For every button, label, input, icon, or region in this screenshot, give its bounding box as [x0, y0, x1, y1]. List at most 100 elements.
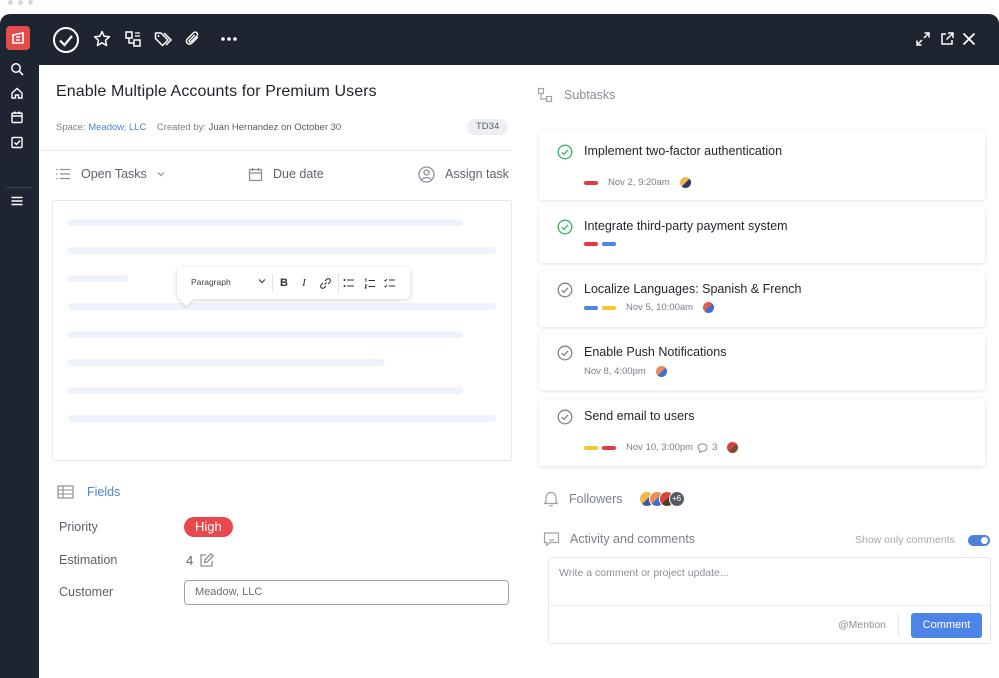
open-external-icon[interactable] — [935, 27, 959, 51]
check-circle-icon[interactable] — [557, 219, 573, 235]
link-icon[interactable] — [317, 275, 333, 291]
subtask-title: Enable Push Notifications — [584, 345, 727, 359]
subtask-card[interactable]: Enable Push Notifications Nov 8, 4:00pm — [539, 334, 985, 390]
avatar — [703, 302, 715, 313]
subtask-title: Send email to users — [584, 409, 695, 423]
subtasks-icon — [537, 87, 553, 103]
assign-task-button[interactable]: Assign task — [418, 163, 509, 185]
formatting-toolbar: Paragraph B I — [177, 267, 410, 306]
open-tasks-label: Open Tasks — [81, 167, 147, 181]
home-icon[interactable] — [10, 86, 26, 102]
priority-badge[interactable]: High — [184, 517, 233, 537]
checklist-icon[interactable] — [382, 275, 398, 291]
subtask-date: Nov 5, 10:00am — [626, 302, 694, 313]
activity-header: Activity and comments — [543, 531, 695, 547]
subtasks-panel: Subtasks Implement two-factor authentica… — [527, 65, 999, 678]
calendar-icon[interactable] — [10, 110, 26, 126]
customer-field[interactable]: Meadow, LLC — [184, 580, 509, 605]
follower-avatars[interactable]: +6 — [638, 490, 685, 507]
list-icon — [56, 168, 70, 180]
user-icon — [418, 165, 435, 183]
table-icon — [57, 485, 74, 499]
tags-icon[interactable] — [152, 27, 176, 51]
followers-label: Followers — [569, 491, 623, 506]
task-id-tag: TD34 — [467, 119, 509, 135]
comment-input[interactable]: Write a comment or project update... — [559, 567, 729, 579]
subtask-card[interactable]: Localize Languages: Spanish & French Nov… — [539, 271, 985, 327]
star-icon[interactable] — [90, 27, 114, 51]
paperclip-icon[interactable] — [181, 27, 205, 51]
menu-icon[interactable] — [10, 194, 26, 210]
app-logo-icon[interactable] — [6, 26, 30, 50]
label-red — [584, 180, 598, 185]
label-red — [584, 242, 598, 246]
priority-label: Priority — [59, 520, 98, 534]
activity-label: Activity and comments — [570, 532, 696, 546]
close-icon[interactable] — [957, 27, 981, 51]
open-tasks-dropdown[interactable]: Open Tasks — [55, 163, 165, 185]
subtask-card[interactable]: Integrate third-party payment system — [539, 207, 985, 263]
due-date-button[interactable]: Due date — [248, 163, 324, 185]
chat-icon — [543, 532, 560, 547]
subtask-card[interactable]: Send email to users Nov 10, 3:00pm 3 — [539, 399, 985, 466]
text-placeholder-line — [68, 219, 463, 226]
app-sidebar — [0, 14, 39, 678]
subtask-card[interactable]: Implement two-factor authentication Nov … — [539, 131, 985, 200]
mention-button[interactable]: @Mention — [838, 619, 886, 631]
chevron-down-icon[interactable] — [258, 276, 266, 286]
calendar-icon — [248, 167, 263, 181]
expand-icon[interactable] — [911, 27, 935, 51]
italic-icon[interactable]: I — [296, 275, 312, 291]
check-circle-icon[interactable] — [557, 282, 573, 298]
bullet-list-icon[interactable] — [341, 275, 357, 291]
subtasks-icon[interactable] — [121, 27, 145, 51]
followers-row: Followers +6 — [543, 490, 685, 507]
label-yellow — [584, 445, 598, 450]
search-icon[interactable] — [10, 62, 26, 78]
comment-button[interactable]: Comment — [911, 613, 982, 638]
task-details-panel: Enable Multiple Accounts for Premium Use… — [39, 65, 527, 678]
space-link[interactable]: Meadow, LLC — [88, 122, 146, 133]
task-title[interactable]: Enable Multiple Accounts for Premium Use… — [56, 83, 377, 101]
check-circle-icon[interactable] — [557, 345, 573, 361]
due-date-label: Due date — [273, 167, 324, 181]
subtask-title: Implement two-factor authentication — [584, 144, 783, 158]
header-divider — [41, 150, 512, 151]
complete-task-icon[interactable] — [51, 25, 81, 55]
subtasks-header: Subtasks — [537, 87, 615, 103]
paragraph-style-select[interactable]: Paragraph — [191, 277, 231, 287]
sidebar-divider — [6, 187, 32, 188]
subtask-title: Localize Languages: Spanish & French — [584, 282, 802, 296]
text-placeholder-line — [68, 415, 496, 422]
avatar — [655, 366, 667, 377]
fields-section-header[interactable]: Fields — [57, 485, 120, 499]
task-actions-row: Open Tasks Due date Assign task — [39, 163, 527, 185]
edit-icon[interactable] — [199, 552, 215, 568]
space-label: Space: — [56, 122, 86, 133]
created-on: on October 30 — [281, 122, 342, 133]
show-only-comments-toggle[interactable] — [968, 535, 990, 546]
subtask-date: Nov 10, 3:00pm — [626, 442, 694, 453]
chevron-down-icon — [157, 172, 165, 177]
text-placeholder-line — [68, 247, 496, 254]
window-dots — [8, 0, 33, 6]
customer-label: Customer — [59, 585, 114, 599]
comment-icon — [697, 442, 708, 453]
check-circle-icon[interactable] — [557, 144, 573, 160]
description-editor[interactable]: Paragraph B I — [52, 200, 512, 461]
label-blue — [584, 305, 598, 310]
avatar — [727, 442, 739, 453]
subtask-meta: Nov 5, 10:00am — [584, 302, 715, 313]
text-placeholder-line — [68, 359, 385, 366]
comment-count: 3 — [712, 442, 718, 453]
more-options-icon[interactable] — [217, 27, 241, 51]
bold-icon[interactable]: B — [276, 275, 292, 291]
task-toolbar — [39, 14, 999, 65]
text-placeholder-line — [68, 303, 496, 310]
task-list-icon[interactable] — [10, 135, 26, 151]
check-circle-icon[interactable] — [557, 409, 573, 425]
estimation-field[interactable]: 4 — [186, 552, 215, 568]
numbered-list-icon[interactable] — [362, 275, 378, 291]
subtask-title: Integrate third-party payment system — [584, 219, 788, 233]
assign-task-label: Assign task — [445, 167, 509, 181]
